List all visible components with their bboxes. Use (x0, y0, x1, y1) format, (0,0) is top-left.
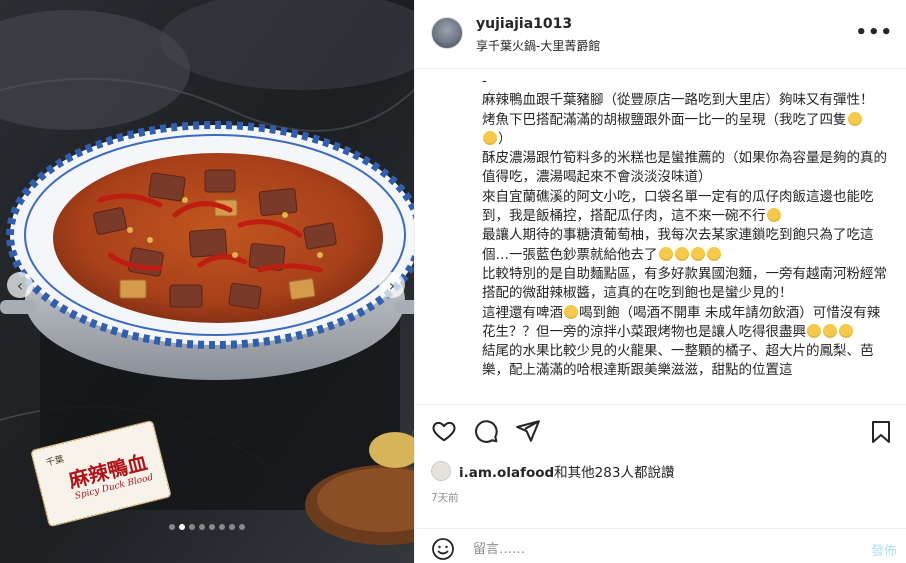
smile-emoji-icon (807, 323, 821, 338)
caption-line: - (482, 73, 487, 89)
post-actions (431, 418, 541, 444)
thinking-emoji-icon (690, 246, 705, 261)
likes-summary: i.am.olafood和其他283人都說讚 (431, 461, 674, 481)
smile-emoji-icon (847, 111, 862, 126)
smile-emoji-icon (823, 323, 837, 338)
slide-indicator (0, 524, 414, 530)
slide-dot (229, 524, 235, 530)
caption-line: 來自宜蘭礁溪的阿文小吃，口袋名單一定有的瓜仔肉飯這邊也能吃到，我是飯桶控，搭配瓜… (482, 188, 874, 225)
post-detail-panel: yujiajia1013 享千葉火鍋-大里菁爵館 ••• - 麻辣鴨血跟千葉豬腳… (414, 0, 906, 563)
comment-input[interactable] (471, 538, 835, 560)
liker-avatar[interactable] (431, 461, 451, 481)
caption-line: ） (482, 130, 892, 149)
liker-username-link[interactable]: i.am.olafood (459, 465, 554, 481)
slide-dot (189, 524, 195, 530)
like-icon[interactable] (431, 418, 457, 444)
slide-dot (219, 524, 225, 530)
next-slide-button[interactable]: › (379, 272, 405, 298)
likes-count-text[interactable]: 和其他283人都說讚 (554, 465, 674, 481)
slide-dot (169, 524, 175, 530)
post-timestamp[interactable]: 7天前 (431, 490, 459, 505)
slide-dot (209, 524, 215, 530)
comment-icon[interactable] (473, 418, 499, 444)
post-photo: 千葉 麻辣鴨血 Spicy Duck Blood ‹ › (0, 0, 414, 563)
caption-line: 這裡還有啤酒 喝到飽（喝酒不開車 未成年請勿飲酒）可惜沒有辣花生？？但一旁的涼拌小… (482, 304, 881, 340)
username-link[interactable]: yujiajia1013 (476, 16, 572, 32)
caption-line: 比較特別的是自助麵點區，有多好款異國泡麵，一旁有越南河粉經常搭配的微甜辣椒醬，這… (482, 265, 887, 302)
heart-eyes-emoji-icon (766, 208, 781, 223)
post-header: yujiajia1013 享千葉火鍋-大里菁爵館 ••• (415, 0, 906, 69)
sign-brand: 千葉 (45, 454, 66, 469)
caption-line: 結尾的水果比較少見的火龍果、一整顆的橘子、超大片的鳳梨、芭樂，配上滿滿的哈根達斯… (482, 343, 874, 379)
thinking-emoji-icon (674, 246, 689, 261)
caption-line: 酥皮濃湯跟竹筍料多的米糕也是蠻推薦的（如果你為容量是夠的真的值得吃，濃湯喝起來不… (482, 150, 887, 186)
emoji-icon[interactable] (431, 537, 455, 561)
thinking-emoji-icon (658, 246, 673, 261)
divider (415, 404, 906, 405)
chevron-left-icon: ‹ (16, 275, 24, 295)
chevron-right-icon: › (388, 275, 396, 295)
caption-line: 烤魚下巴搭配滿滿的胡椒鹽跟外面一比一的呈現（我吃了四隻 (482, 111, 892, 130)
save-icon[interactable] (870, 420, 892, 444)
slide-dot (199, 524, 205, 530)
comment-bar: 發佈 (415, 528, 906, 563)
previous-slide-button[interactable]: ‹ (7, 272, 33, 298)
smile-emoji-icon (483, 130, 497, 145)
smile-emoji-icon (839, 323, 853, 338)
caption-line: 最讓人期待的事糖漬葡萄柚，我每次去某家連鎖吃到飽只為了吃這個…一張藍色鈔票就給他… (482, 227, 874, 263)
location-link[interactable]: 享千葉火鍋-大里菁爵館 (476, 37, 600, 54)
post-caption: - 麻辣鴨血跟千葉豬腳（從豐原店一路吃到大里店）夠味又有彈性！ 烤魚下巴搭配滿滿… (482, 72, 892, 398)
avatar[interactable] (431, 17, 463, 49)
thinking-emoji-icon (706, 246, 721, 261)
more-options-icon[interactable]: ••• (855, 22, 893, 43)
post-comment-button[interactable]: 發佈 (871, 540, 897, 559)
slide-dot (239, 524, 245, 530)
caption-line: 麻辣鴨血跟千葉豬腳（從豐原店一路吃到大里店）夠味又有彈性！ (482, 92, 874, 109)
share-icon[interactable] (515, 418, 541, 444)
slide-dot (179, 524, 185, 530)
yummy-emoji-icon (564, 304, 578, 319)
